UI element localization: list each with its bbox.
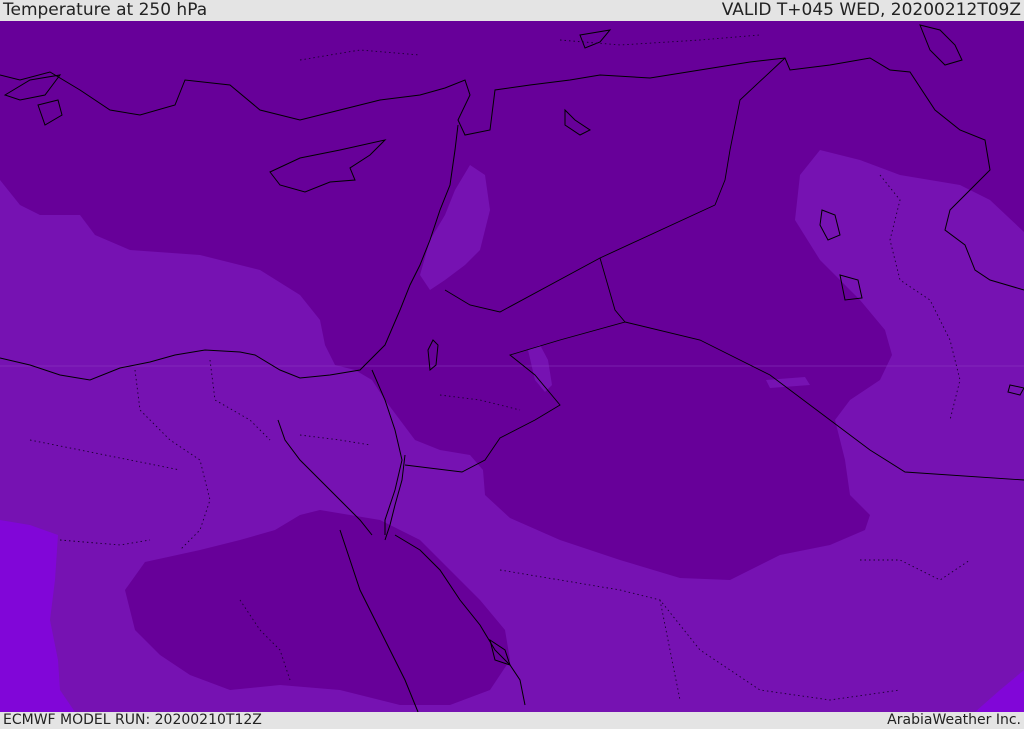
weather-map — [0, 21, 1024, 712]
footer-bar: ECMWF MODEL RUN: 20200210T12Z ArabiaWeat… — [0, 712, 1024, 729]
model-run: ECMWF MODEL RUN: 20200210T12Z — [3, 712, 262, 728]
map-title: Temperature at 250 hPa — [3, 0, 208, 20]
valid-time: VALID T+045 WED, 20200212T09Z — [721, 0, 1021, 20]
credit: ArabiaWeather Inc. — [887, 712, 1021, 728]
header-bar: Temperature at 250 hPa VALID T+045 WED, … — [0, 0, 1024, 21]
